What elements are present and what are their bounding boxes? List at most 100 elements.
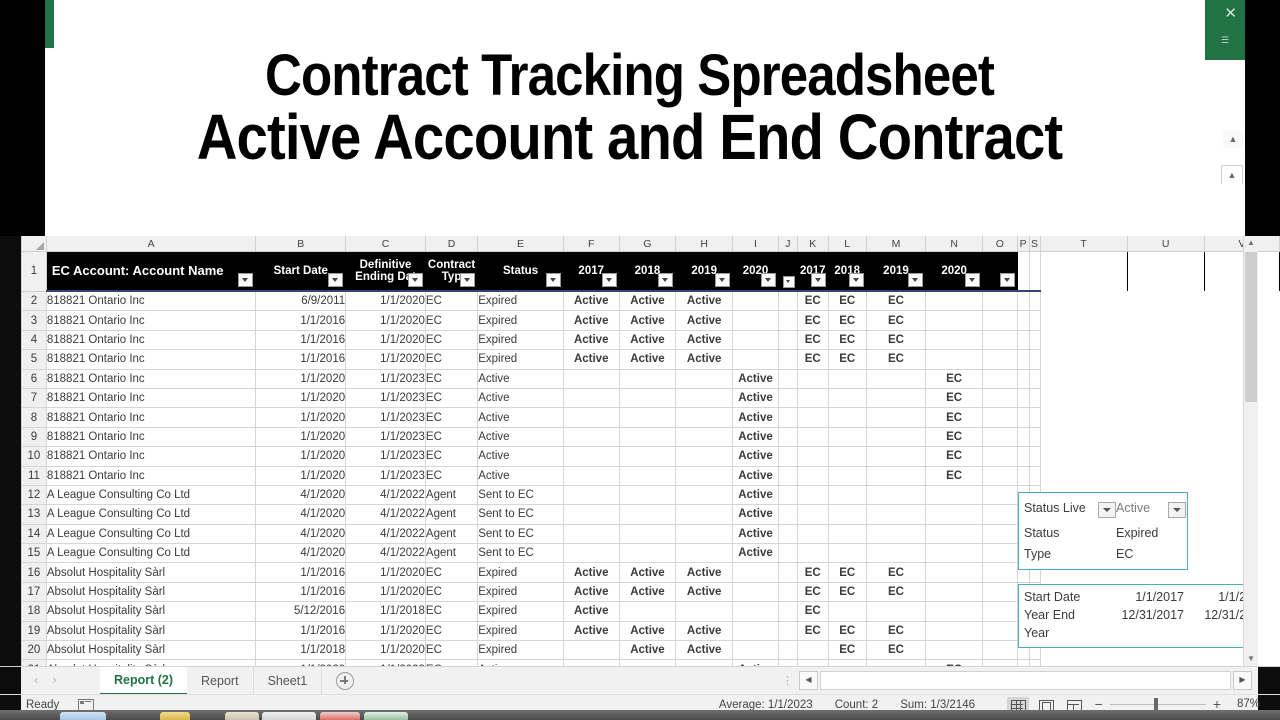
cell-f-2017[interactable] <box>563 427 620 448</box>
cell-k-2017[interactable] <box>797 388 829 409</box>
cell-h-2019[interactable] <box>675 427 734 448</box>
cell-contract-type[interactable]: EC <box>425 291 479 312</box>
cell-status[interactable]: Sent to EC <box>477 485 564 506</box>
header-cell-contract-type[interactable]: Contract Typ <box>425 251 479 292</box>
cell-k-2017[interactable] <box>797 524 829 545</box>
cell-f-2017[interactable]: Active <box>563 291 620 312</box>
column-header-D[interactable]: D <box>424 236 479 252</box>
scroll-up-arrow-icon[interactable]: ▲ <box>1223 130 1243 148</box>
cell-j[interactable] <box>778 543 798 564</box>
cell-k-2017[interactable] <box>797 407 829 428</box>
cell-s[interactable] <box>1029 330 1041 351</box>
cell-status[interactable]: Expired <box>477 621 564 642</box>
cell-n-2020[interactable]: EC <box>925 407 983 428</box>
taskbar-item-2[interactable] <box>160 712 190 720</box>
scroll-up-arrow-icon-2[interactable]: ▲ <box>1221 165 1243 184</box>
cell-h-2019[interactable]: Active <box>675 562 734 583</box>
row-number-14[interactable]: 14 <box>21 523 47 545</box>
panel-cell-v[interactable] <box>1204 446 1280 467</box>
cell-g-2018[interactable]: Active <box>619 310 677 331</box>
row-number-16[interactable]: 16 <box>21 562 47 583</box>
cell-p[interactable] <box>1017 427 1030 448</box>
cell-o[interactable] <box>982 621 1018 642</box>
vertical-scroll-thumb[interactable] <box>1245 252 1257 402</box>
column-header-T[interactable]: T <box>1039 236 1128 252</box>
cell-g-2018[interactable] <box>619 485 677 506</box>
panel-cell-v[interactable] <box>1204 349 1280 370</box>
panel-cell-v[interactable] <box>1204 291 1280 311</box>
cell-f-2017[interactable] <box>563 369 620 389</box>
cell-o[interactable] <box>982 582 1018 603</box>
column-header-V[interactable]: V <box>1203 236 1280 252</box>
cell-s[interactable] <box>1029 388 1041 409</box>
filter-dropdown-icon-ending-date[interactable] <box>407 273 423 287</box>
panel-cell-u[interactable] <box>1127 349 1205 370</box>
cell-start-date[interactable]: 4/1/2020 <box>255 504 347 525</box>
cell-k-2017[interactable] <box>797 640 829 661</box>
cell-n-2020[interactable] <box>925 330 983 351</box>
cell-ending-date[interactable]: 4/1/2022 <box>345 524 426 545</box>
scroll-left-icon[interactable]: ◀ <box>799 670 818 690</box>
cell-j[interactable] <box>778 621 798 642</box>
panel-cell-u[interactable] <box>1127 310 1205 331</box>
cell-contract-type[interactable]: EC <box>425 369 479 389</box>
panel-cell-v[interactable] <box>1204 407 1280 428</box>
cell-f-2017[interactable] <box>563 485 620 506</box>
cell-n-2020[interactable] <box>925 504 983 525</box>
row-number-1[interactable]: 1 <box>21 251 47 292</box>
cell-k-2017[interactable] <box>797 466 829 486</box>
zoom-slider-thumb[interactable] <box>1153 697 1158 711</box>
cell-h-2019[interactable] <box>675 485 734 506</box>
cell-n-2020[interactable] <box>925 291 983 312</box>
cell-n-2020[interactable] <box>925 640 983 661</box>
taskbar-item-3[interactable] <box>225 712 259 720</box>
sheet-tab-sheet1[interactable]: Sheet1 <box>254 667 323 695</box>
cell-i-2020[interactable]: Active <box>732 407 779 428</box>
cell-m-2019[interactable]: EC <box>866 621 927 642</box>
header-cell-n-2020[interactable]: 2020 <box>925 251 983 292</box>
cell-i-2020[interactable]: Active <box>732 524 779 545</box>
cell-o[interactable] <box>982 543 1018 564</box>
table-row[interactable]: 4 818821 Ontario Inc 1/1/2016 1/1/2020 EC Exp… <box>21 329 1280 351</box>
cell-o[interactable] <box>982 562 1018 583</box>
cell-m-2019[interactable] <box>866 466 927 486</box>
row-number-7[interactable]: 7 <box>21 387 47 409</box>
sheet-nav-arrows[interactable]: ‹› <box>34 672 71 687</box>
cell-i-2020[interactable] <box>732 621 779 642</box>
cell-l-2018[interactable] <box>828 601 867 622</box>
cell-f-2017[interactable] <box>563 446 620 467</box>
cell-m-2019[interactable] <box>866 485 927 506</box>
cell-f-2017[interactable] <box>563 388 620 409</box>
scroll-grip-icon[interactable]: ⋮ <box>782 674 793 687</box>
cell-account[interactable]: A League Consulting Co Ltd <box>46 485 257 506</box>
cell-p[interactable] <box>1017 291 1030 312</box>
cell-g-2018[interactable] <box>619 524 677 545</box>
cell-f-2017[interactable]: Active <box>563 582 620 603</box>
cell-h-2019[interactable] <box>675 446 734 467</box>
cell-l-2018[interactable] <box>828 407 867 428</box>
zoom-out-button[interactable]: − <box>1095 697 1103 711</box>
cell-o[interactable] <box>982 640 1018 661</box>
filter-dropdown-icon-k[interactable] <box>810 273 826 287</box>
cell-account[interactable]: Absolut Hospitality Sàrl <box>46 562 257 583</box>
cell-ending-date[interactable]: 1/1/2023 <box>345 466 426 486</box>
cell-f-2017[interactable] <box>563 640 620 661</box>
cell-j[interactable] <box>778 601 798 622</box>
cell-o[interactable] <box>982 369 1018 389</box>
column-header-G[interactable]: G <box>618 236 677 252</box>
filter-dropdown-icon-l[interactable] <box>848 273 864 287</box>
cell-i-2020[interactable] <box>732 601 779 622</box>
cell-ending-date[interactable]: 1/1/2020 <box>345 562 426 583</box>
cell-account[interactable]: Absolut Hospitality Sàrl <box>46 582 257 603</box>
cell-m-2019[interactable] <box>866 446 927 467</box>
panel-cell-v[interactable] <box>1204 562 1280 583</box>
panel-cell-u[interactable] <box>1127 446 1205 467</box>
cell-g-2018[interactable]: Active <box>619 330 677 351</box>
cell-ending-date[interactable]: 1/1/2023 <box>345 446 426 467</box>
header-cell-f-2017[interactable]: 2017 <box>563 251 620 292</box>
cell-start-date[interactable]: 6/9/2011 <box>255 291 347 312</box>
panel-cell-t[interactable] <box>1040 349 1128 370</box>
cell-f-2017[interactable]: Active <box>563 349 620 370</box>
cell-ending-date[interactable]: 1/1/2023 <box>345 427 426 448</box>
column-header-S[interactable]: S <box>1028 236 1041 252</box>
